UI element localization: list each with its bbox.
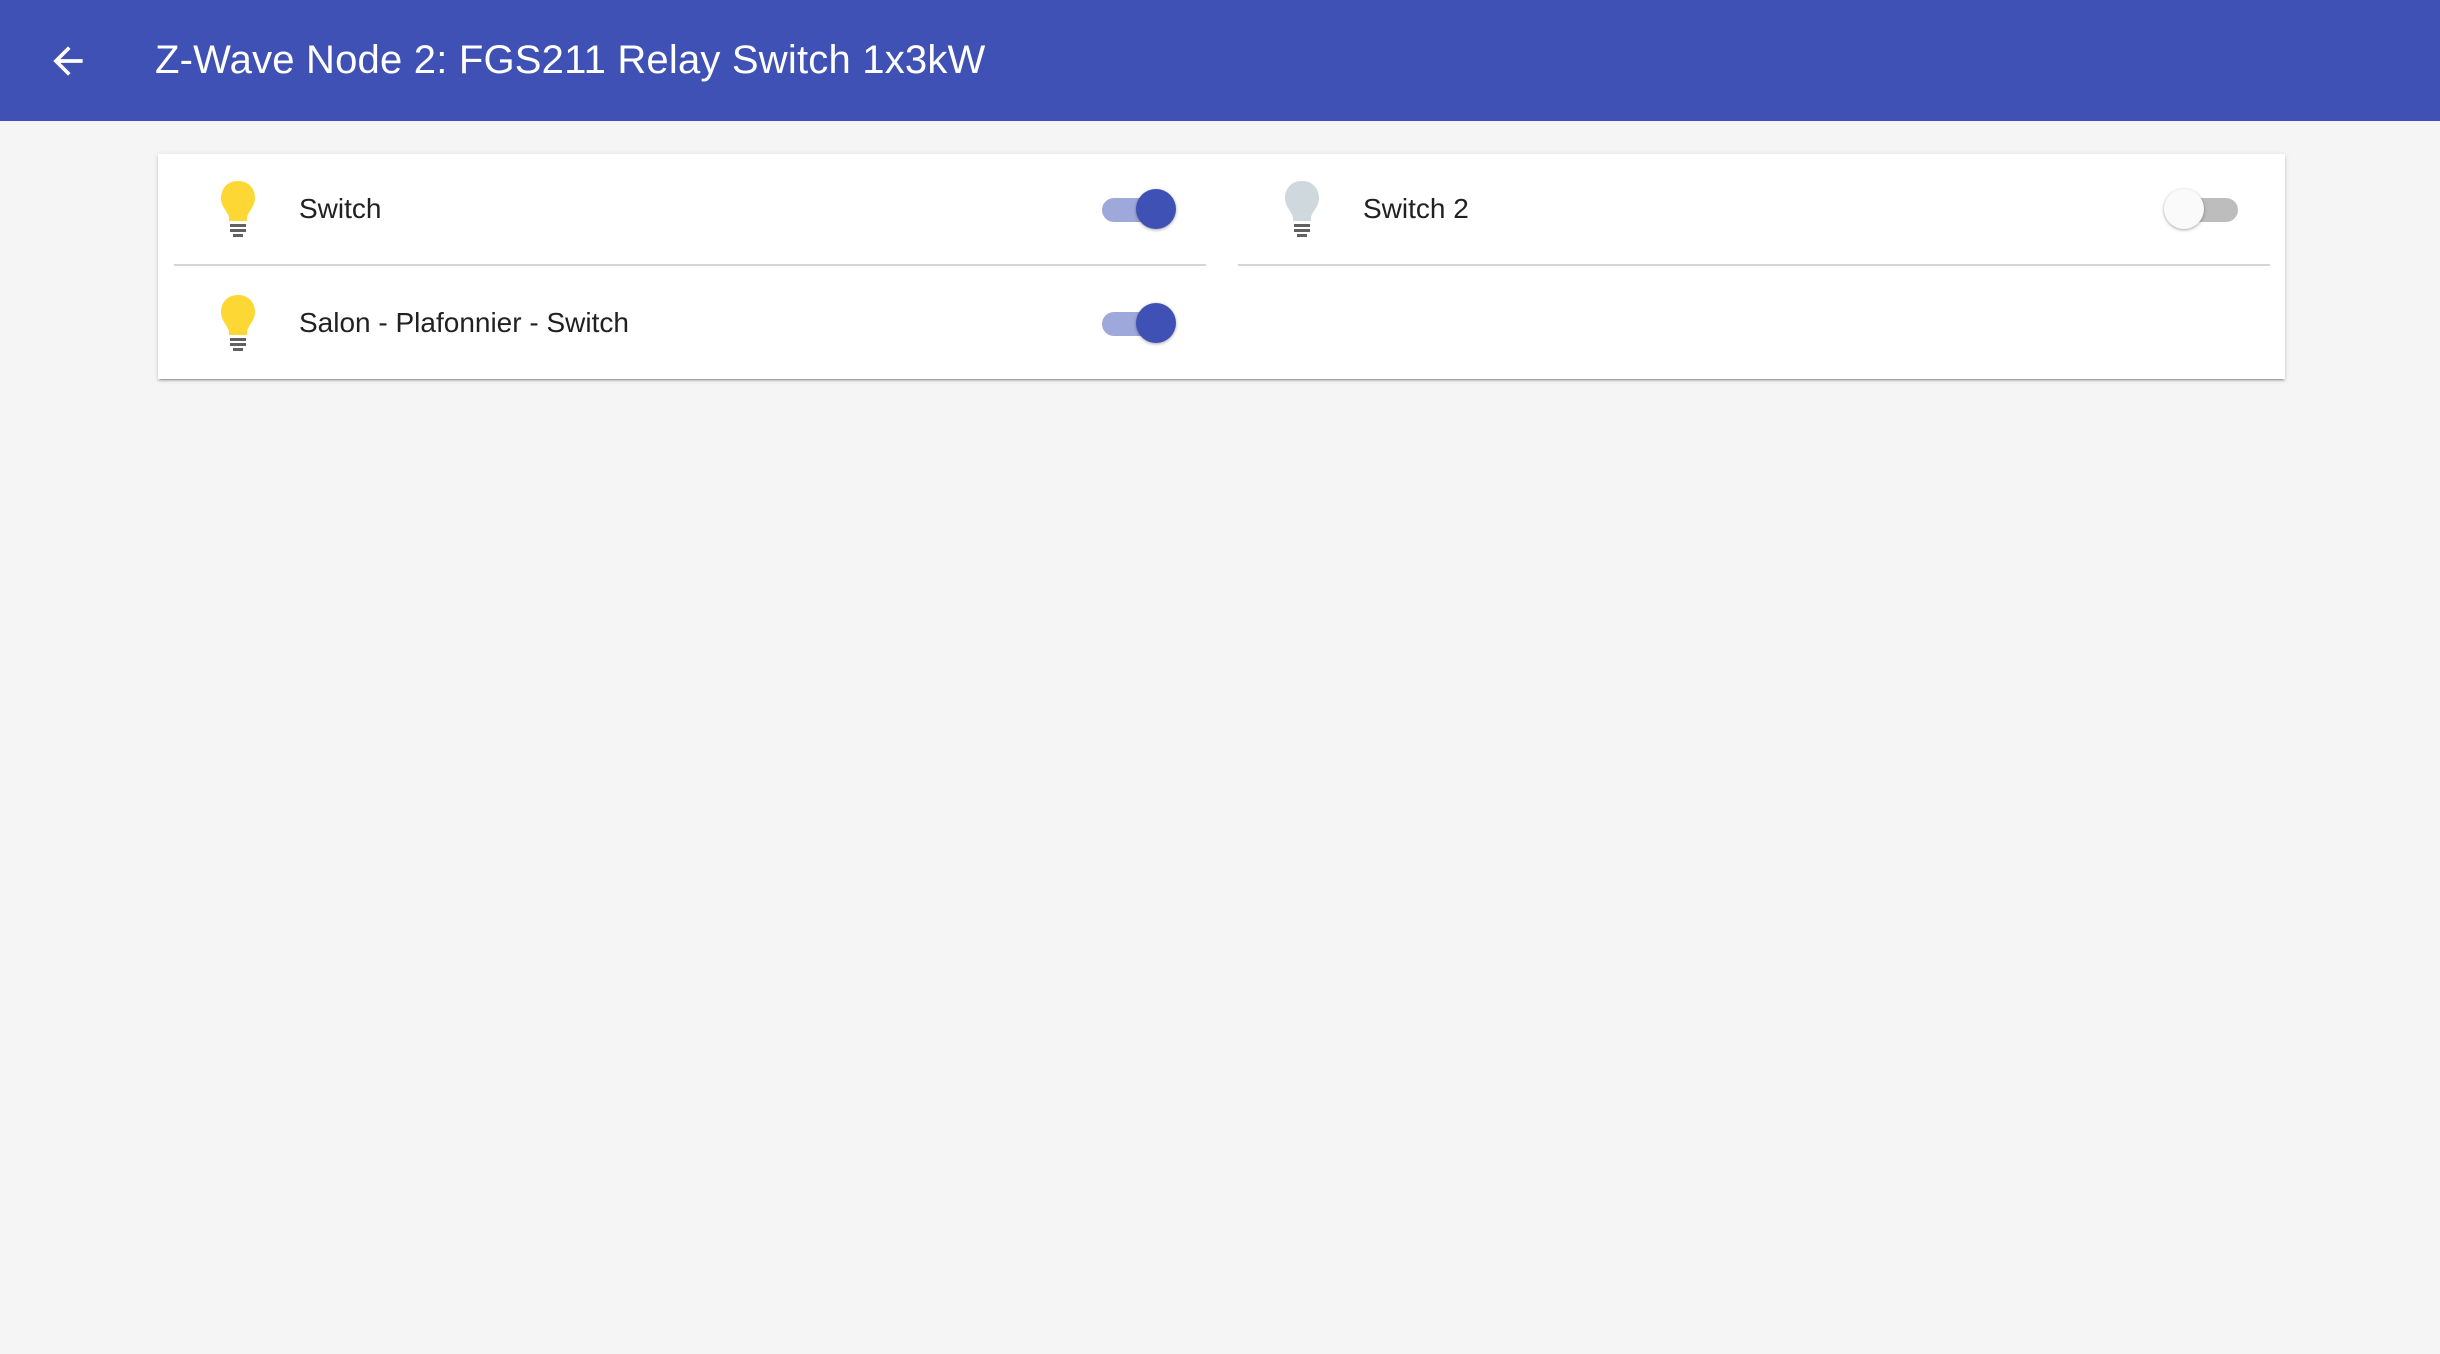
switch-toggle[interactable] [1100,189,1176,229]
entity-row-salon-plafonnier-switch: Salon - Plafonnier - Switch [174,267,1206,379]
back-button[interactable] [33,26,103,96]
entity-label: Switch [299,193,382,224]
page-title: Z-Wave Node 2: FGS211 Relay Switch 1x3kW [155,38,986,82]
entity-row-switch: Switch [174,154,1206,266]
arrow-left-icon [53,45,83,76]
toggle-thumb [1136,303,1176,343]
entity-row-switch-2: Switch 2 [1238,154,2270,266]
entities-card: Switch Switch 2 Salon - Plafonnier - Swi… [158,154,2285,379]
lightbulb-icon[interactable] [1282,179,1322,239]
salon-plafonnier-switch-toggle[interactable] [1100,303,1176,343]
lightbulb-icon[interactable] [218,293,258,353]
entity-label: Switch 2 [1363,193,1469,224]
app-header: Z-Wave Node 2: FGS211 Relay Switch 1x3kW [0,0,2440,121]
entity-label: Salon - Plafonnier - Switch [299,307,629,338]
toggle-thumb [1136,189,1176,229]
switch-2-toggle[interactable] [2164,189,2240,229]
lightbulb-icon[interactable] [218,179,258,239]
toggle-thumb [2164,189,2204,229]
